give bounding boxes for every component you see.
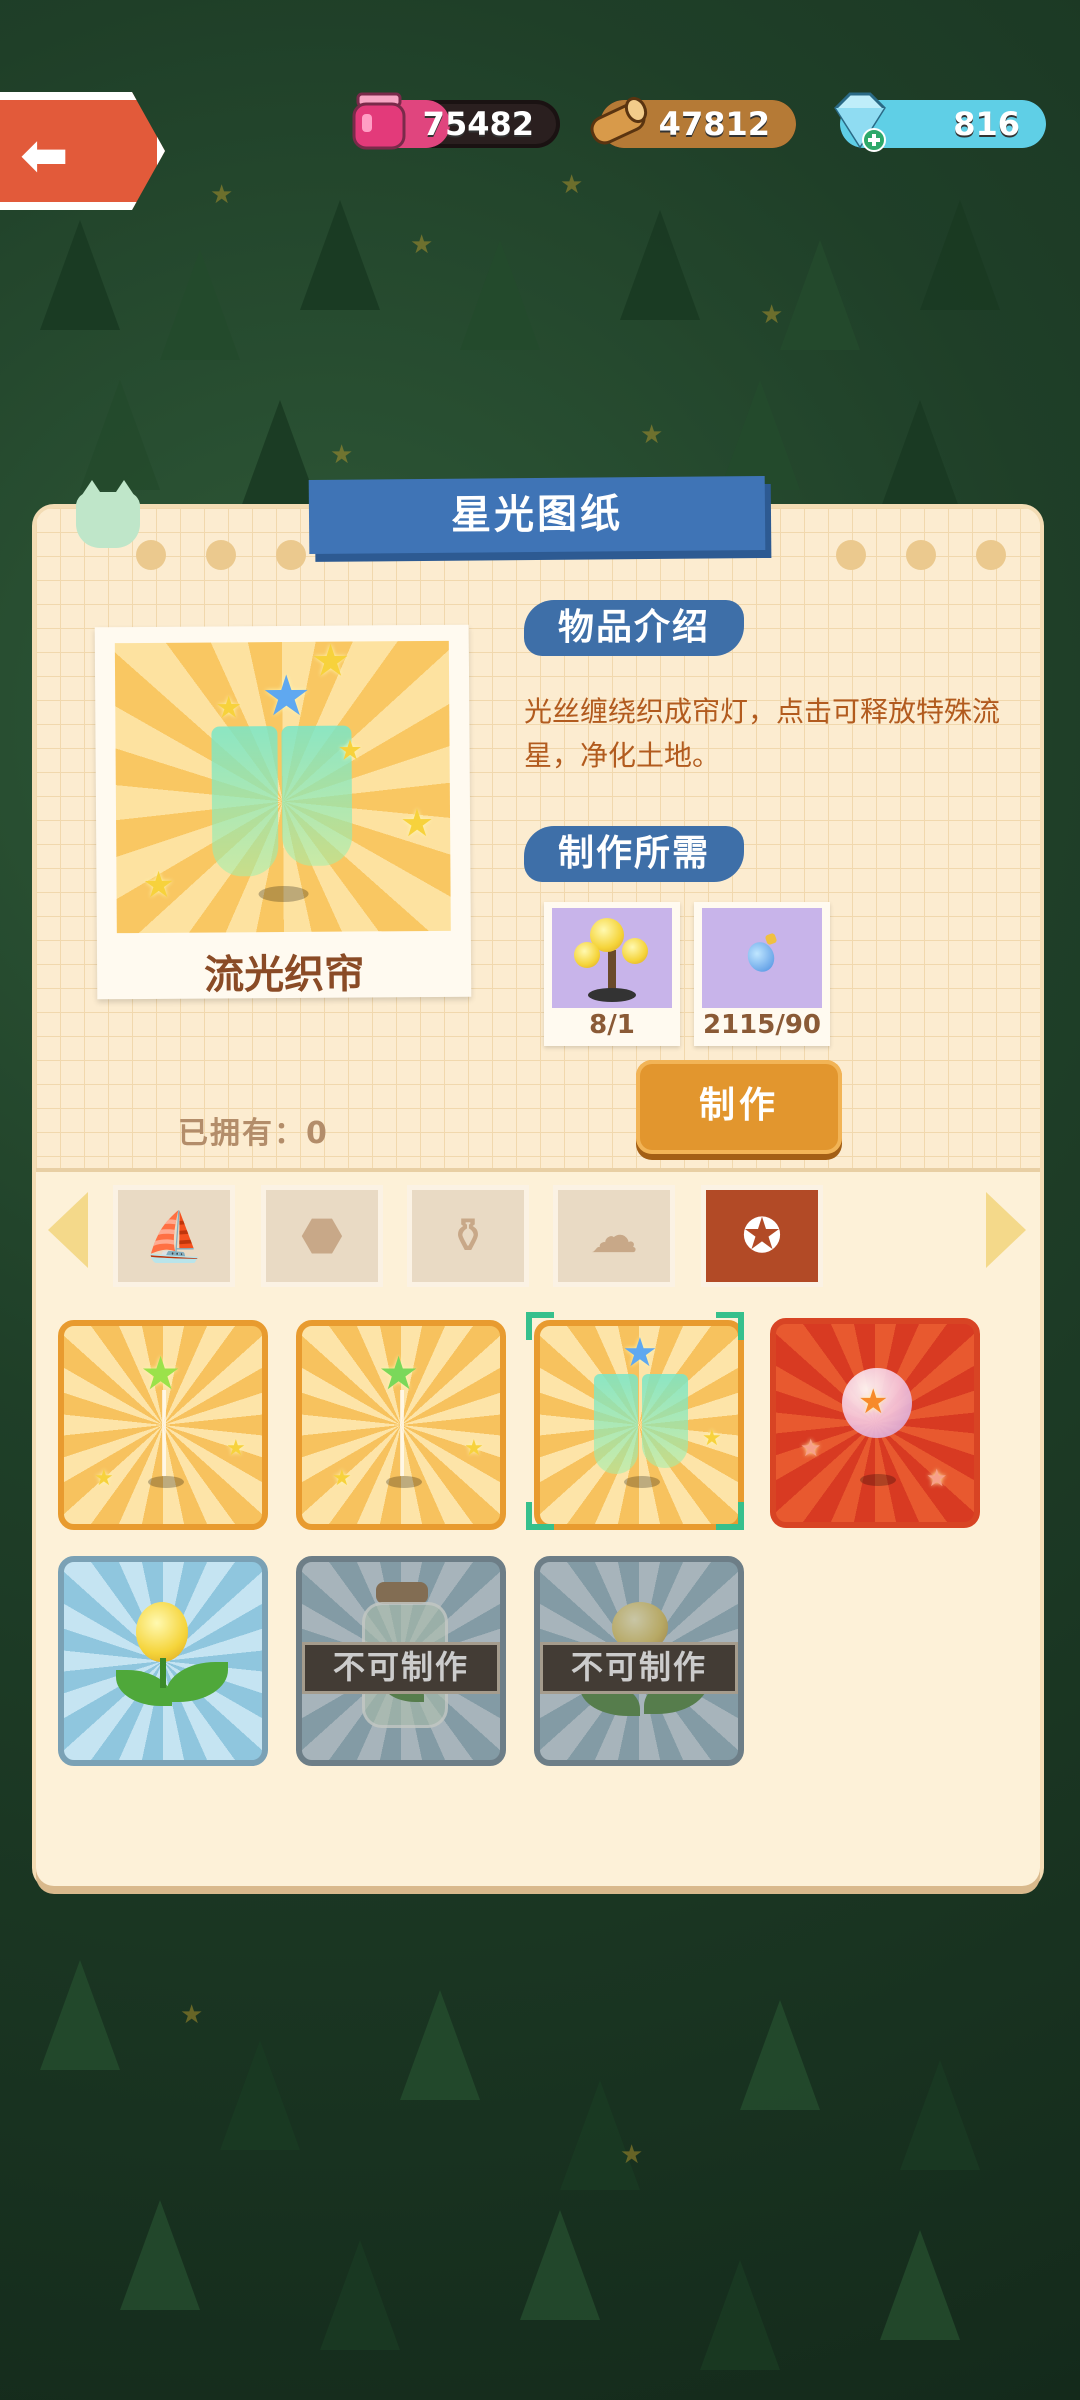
binder-hole	[136, 540, 166, 570]
blueprint-grid-item[interactable]: ★ ★ ★	[770, 1318, 980, 1528]
diamond-plus-icon	[834, 92, 886, 152]
previous-category-arrow[interactable]	[48, 1192, 88, 1268]
item-preview-card: ★ ★ ★ ★ ★ ★ 流光织帘	[94, 624, 472, 1000]
blue-potion-icon	[702, 908, 822, 1008]
blueprint-grid-item[interactable]	[58, 1556, 268, 1766]
back-button[interactable]: ⬅	[0, 92, 165, 210]
requirement-count: 8/1	[589, 1010, 635, 1040]
wood-resource-counter: 47812	[590, 96, 796, 148]
category-tab-watering-can[interactable]: ⚱	[412, 1190, 524, 1282]
craft-button[interactable]: 制作	[636, 1060, 842, 1154]
binder-hole	[906, 540, 936, 570]
owned-count: 已拥有：0	[178, 1116, 329, 1151]
category-tab-boat[interactable]: ⛵	[118, 1190, 230, 1282]
selection-corner	[526, 1312, 554, 1340]
boat-icon: ⛵	[144, 1208, 204, 1265]
not-craftable-label: 不可制作	[540, 1642, 738, 1694]
binder-hole	[276, 540, 306, 570]
next-category-arrow[interactable]	[986, 1192, 1026, 1268]
blueprint-panel: 星光图纸 ★ ★ ★ ★ ★ ★ 流光织帘 物品介绍 光丝缠绕织成帘灯，点击可释…	[36, 476, 1040, 1886]
requirement-item[interactable]: 2115/90	[694, 902, 830, 1046]
selection-corner	[526, 1502, 554, 1530]
binder-hole	[836, 540, 866, 570]
requirements-label: 制作所需	[524, 826, 745, 882]
cat-paper-clip-icon	[76, 480, 140, 548]
back-arrow-icon: ⬅	[20, 121, 69, 189]
blueprint-detail-paper: 星光图纸 ★ ★ ★ ★ ★ ★ 流光织帘 物品介绍 光丝缠绕织成帘灯，点击可释…	[36, 476, 1040, 1172]
blueprint-grid-item[interactable]: ★ ★ ★	[296, 1320, 506, 1530]
category-tab-star[interactable]: ✪	[706, 1190, 818, 1282]
blueprint-grid-item-locked[interactable]: 不可制作	[534, 1556, 744, 1766]
gem-resource-counter[interactable]: 816	[834, 92, 1046, 152]
selection-corner	[716, 1502, 744, 1530]
golden-tree-icon	[552, 908, 672, 1008]
blueprint-grid-item-selected[interactable]: ★ ★	[534, 1320, 744, 1530]
requirement-item[interactable]: 8/1	[544, 902, 680, 1046]
item-description: 光丝缠绕织成帘灯，点击可释放特殊流星，净化土地。	[524, 695, 1001, 772]
watering-can-icon: ⚱	[447, 1208, 489, 1264]
gem-count: 816	[953, 105, 1020, 143]
category-tab-rock[interactable]: ⬣	[266, 1190, 378, 1282]
requirement-count: 2115/90	[702, 1010, 822, 1040]
item-name: 流光织帘	[203, 951, 365, 999]
blueprint-grid-item-locked[interactable]: 不可制作	[296, 1556, 506, 1766]
binder-hole	[206, 540, 236, 570]
item-intro-label: 物品介绍	[524, 600, 745, 656]
jam-count: 75482	[422, 105, 534, 143]
wood-log-icon	[590, 96, 648, 145]
binder-hole	[976, 540, 1006, 570]
rock-icon: ⬣	[301, 1208, 343, 1264]
blueprint-grid-item[interactable]: ★ ★ ★	[58, 1320, 268, 1530]
jam-resource-counter: 75482	[352, 92, 560, 150]
category-tab-cloud[interactable]: ☁	[558, 1190, 670, 1282]
cloud-icon: ☁	[590, 1208, 638, 1264]
star-icon: ✪	[741, 1208, 783, 1264]
jam-jar-icon	[352, 92, 406, 150]
selection-corner	[716, 1312, 744, 1340]
star-curtain-icon: ★ ★ ★ ★ ★ ★	[114, 636, 451, 934]
wood-count: 47812	[658, 105, 770, 143]
panel-title: 星光图纸	[308, 476, 766, 554]
not-craftable-label: 不可制作	[302, 1642, 500, 1694]
